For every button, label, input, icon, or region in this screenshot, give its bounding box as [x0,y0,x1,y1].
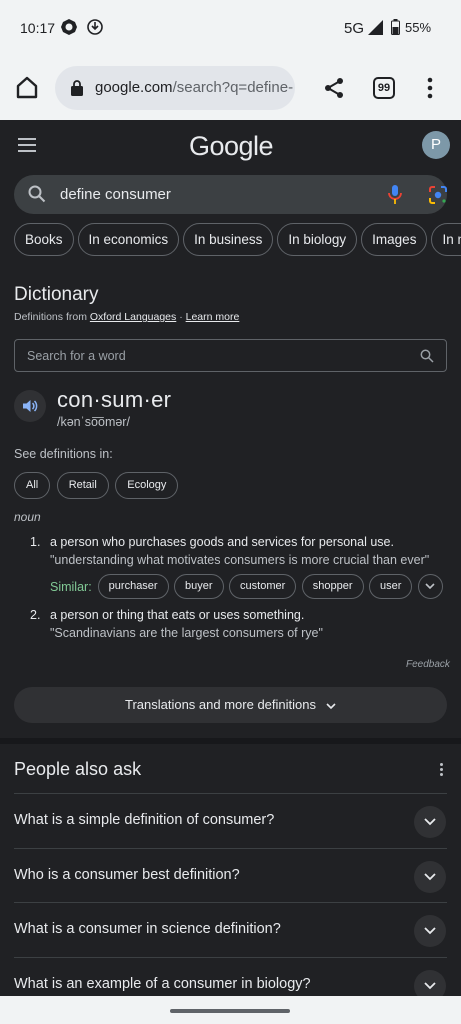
paa-question[interactable]: What is a consumer in science definition… [14,902,447,956]
filter-all[interactable]: All [14,472,51,499]
pronunciation: /kənˈso͞omər/ [57,415,130,429]
chevron-down-icon [424,982,436,990]
tab-switcher-button[interactable]: 99 [373,77,395,99]
menu-icon[interactable] [18,138,36,152]
dictionary-source: Definitions from Oxford Languages · Lear… [14,311,239,323]
chevron-down-icon [424,873,436,881]
url-domain: google.com [95,79,173,96]
definition-filter-chips: All Retail Ecology [14,472,180,499]
search-filter-chips: Books In economics In business In biology Im… [14,223,461,257]
google-logo[interactable]: Google [189,131,274,162]
filter-retail[interactable]: Retail [56,472,109,499]
url-bar[interactable]: google.com/search?q=define- [55,66,295,110]
expand-button[interactable] [414,915,446,947]
sense-number: 1. [30,535,41,549]
status-time: 10:17 [20,20,56,36]
oxford-link[interactable]: Oxford Languages [90,311,176,323]
sense-definition: a person who purchases goods and service… [50,535,394,549]
translations-more-label: Translations and more definitions [124,697,316,712]
similar-chip[interactable]: shopper [301,574,364,599]
lens-icon[interactable] [428,185,448,205]
browser-chrome: 10:17 5G 55% google.com/search?q=define-… [0,0,461,120]
filter-ecology[interactable]: Ecology [115,472,179,499]
learn-more-link[interactable]: Learn more [186,311,240,323]
url-text: google.com/search?q=define- [95,79,293,96]
feedback-link[interactable]: Feedback [406,659,450,670]
battery-percent: 55% [405,20,432,35]
section-divider [0,738,461,744]
system-navigation-bar [0,996,461,1024]
home-button[interactable] [12,72,42,102]
source-separator: · [179,311,183,323]
search-input[interactable]: define consumer [60,186,171,203]
paa-question[interactable]: What is a simple definition of consumer? [14,793,447,847]
more-options-icon[interactable] [420,76,440,100]
chip-images[interactable]: Images [361,223,428,256]
chevron-down-icon [424,818,436,826]
chip-books[interactable]: Books [14,223,74,256]
headword: con·sum·er [57,387,172,412]
search-box[interactable]: define consumer [14,175,447,214]
share-button[interactable] [322,76,346,100]
expand-button[interactable] [414,861,446,893]
gesture-handle[interactable] [170,1009,290,1013]
avatar[interactable]: P [422,131,450,159]
chip-more[interactable]: In m [431,223,461,256]
address-row: google.com/search?q=define- 99 [0,62,461,114]
expand-button[interactable] [414,806,446,838]
source-prefix: Definitions from [14,311,87,323]
expand-similar-button[interactable] [417,574,443,599]
similar-chip[interactable]: user [368,574,413,599]
sense-example: "understanding what motivates consumers … [50,553,430,567]
mic-icon[interactable] [387,184,403,206]
paa-question-text: What is a simple definition of consumer? [14,812,275,828]
search-icon[interactable] [420,349,434,363]
chevron-down-icon [425,583,435,590]
paa-question[interactable]: Who is a consumer best definition? [14,848,447,902]
more-options-icon[interactable] [440,763,444,777]
similar-chip[interactable]: purchaser [97,574,169,599]
speaker-icon [23,400,38,412]
part-of-speech: noun [14,510,41,524]
lock-icon [71,80,83,96]
network-type: 5G [344,20,365,37]
people-also-ask-title: People also ask [14,759,142,779]
status-bar: 10:17 5G 55% [0,0,461,56]
signal-icon [368,20,383,35]
sense-definition: a person or thing that eats or uses some… [50,608,305,622]
word-search-field[interactable]: Search for a word [14,339,447,372]
url-path: /search?q=define- [172,79,294,96]
search-icon [28,185,46,203]
battery-icon [391,19,400,35]
similar-chip[interactable]: customer [229,574,297,599]
paa-question-text: What is a consumer in science definition… [14,921,281,937]
chip-biology[interactable]: In biology [277,223,358,256]
chip-economics[interactable]: In economics [77,223,180,256]
sense-number: 2. [30,608,41,622]
translations-more-button[interactable]: Translations and more definitions [14,687,447,723]
chevron-down-icon [424,927,436,935]
data-saver-icon [87,19,103,35]
similar-words: Similar: purchaser buyer customer shopper… [50,574,444,600]
chip-business[interactable]: In business [183,223,274,256]
sense-example: "Scandinavians are the largest consumers… [50,626,323,640]
similar-chip[interactable]: buyer [174,574,224,599]
pronunciation-speaker-button[interactable] [14,390,46,422]
chevron-down-icon [326,702,336,709]
paa-question-text: What is an example of a consumer in biol… [14,976,311,992]
see-definitions-label: See definitions in: [14,447,113,461]
dictionary-title: Dictionary [14,284,99,305]
similar-label: Similar: [50,579,92,594]
word-search-placeholder: Search for a word [27,349,126,363]
dnd-icon [61,19,77,35]
paa-question-text: Who is a consumer best definition? [14,867,240,883]
